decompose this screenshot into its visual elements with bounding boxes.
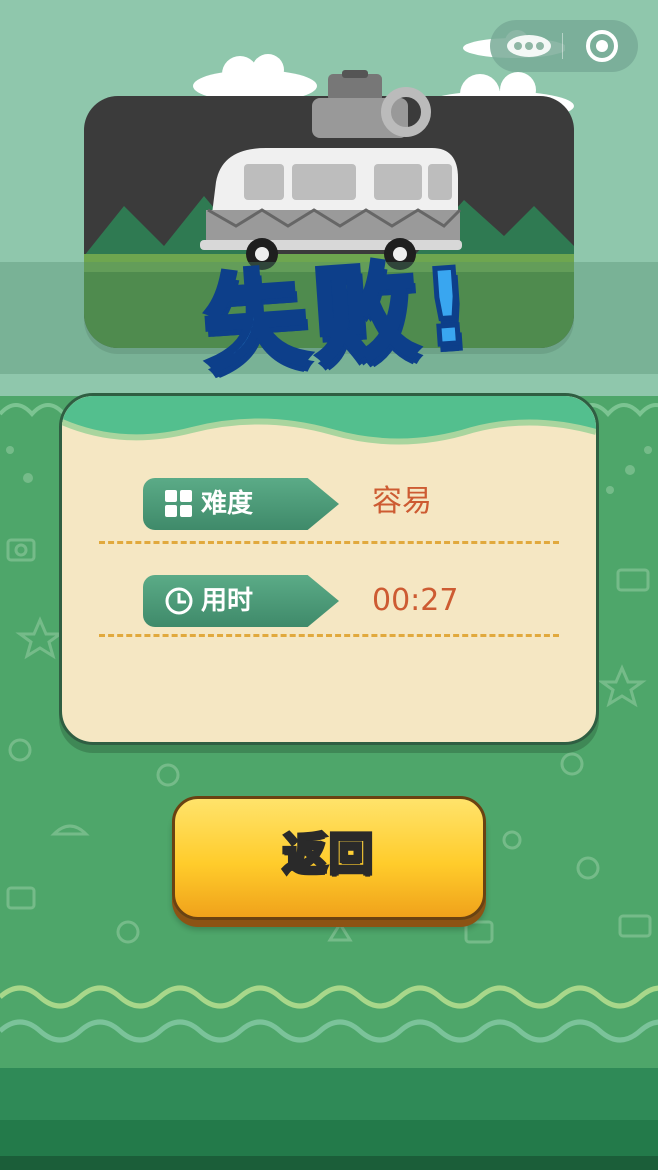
field-waves-bottom	[0, 985, 658, 1043]
capsule-divider	[562, 33, 563, 59]
target-close-icon[interactable]	[584, 28, 620, 64]
return-button-label: 返回	[281, 827, 375, 882]
card-header-wave	[62, 418, 596, 460]
result-title: 失败!	[197, 242, 483, 388]
grid-icon	[165, 490, 192, 517]
field-bottom-edge	[0, 1156, 658, 1170]
row-divider	[99, 541, 559, 544]
camper-bus-illustration	[200, 70, 462, 270]
return-button[interactable]: 返回	[172, 796, 486, 920]
more-dots-icon[interactable]	[504, 32, 554, 60]
time-label: 用时	[201, 586, 254, 616]
difficulty-label: 难度	[201, 489, 254, 519]
result-card	[59, 393, 599, 745]
difficulty-value: 容易	[372, 484, 432, 519]
time-value: 00:27	[372, 583, 459, 618]
row-divider	[99, 634, 559, 637]
clock-icon	[165, 587, 193, 615]
